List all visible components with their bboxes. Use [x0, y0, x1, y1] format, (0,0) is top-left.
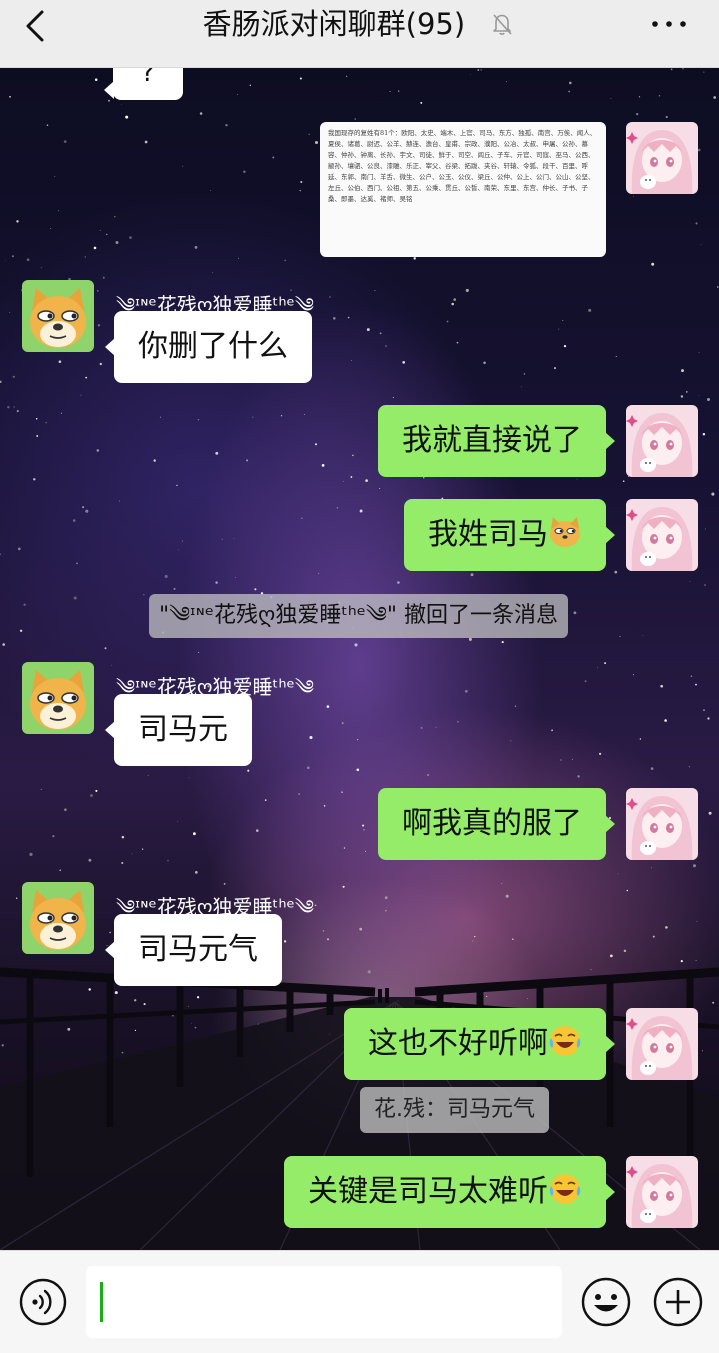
my-avatar[interactable]	[626, 1156, 698, 1228]
my-avatar[interactable]	[626, 405, 698, 477]
smiley-icon[interactable]	[580, 1276, 632, 1328]
plus-icon[interactable]	[652, 1276, 704, 1328]
bell-off-icon	[493, 14, 512, 35]
image-message[interactable]: 我国现存的复姓有81个：欧阳、太史、端木、上官、司马、东方、独孤、南宫、万俟、闻…	[320, 122, 606, 257]
chat-header: 香肠派对闲聊群(95)	[0, 0, 719, 68]
message-bubble-outgoing[interactable]: 我就直接说了	[378, 405, 615, 477]
message-bubble-outgoing[interactable]: 啊我真的服了	[378, 788, 615, 860]
chat-title-bar: 香肠派对闲聊群(95)	[0, 6, 719, 42]
message-bubble-incoming[interactable]: 你删了什么	[105, 311, 312, 383]
laugh-cry-emoji-icon	[549, 1026, 581, 1056]
message-bubble-outgoing[interactable]: 我姓司马	[404, 499, 615, 571]
sender-avatar[interactable]	[22, 280, 94, 352]
chat-title[interactable]: 香肠派对闲聊群(95)	[203, 7, 466, 41]
laugh-cry-emoji-icon	[549, 1174, 581, 1204]
text-caret	[100, 1282, 103, 1322]
doge-emoji-icon	[550, 517, 580, 547]
my-avatar[interactable]	[626, 788, 698, 860]
voice-icon[interactable]	[18, 1277, 68, 1327]
my-avatar[interactable]	[626, 499, 698, 571]
image-message-text: 我国现存的复姓有81个：欧阳、太史、端木、上官、司马、东方、独孤、南宫、万俟、闻…	[328, 129, 597, 203]
message-bubble-outgoing[interactable]: 关键是司马太难听	[284, 1156, 615, 1228]
my-avatar[interactable]	[626, 122, 698, 194]
sender-avatar[interactable]	[22, 662, 94, 734]
message-bubble-incoming[interactable]: 司马元	[105, 694, 252, 766]
input-bar	[0, 1250, 719, 1353]
message-input[interactable]	[86, 1266, 562, 1338]
quoted-reply[interactable]: 花.残：司马元气	[360, 1087, 549, 1133]
sender-avatar[interactable]	[22, 882, 94, 954]
my-avatar[interactable]	[626, 1008, 698, 1080]
more-dots-icon[interactable]	[649, 12, 689, 36]
message-bubble-incoming[interactable]: 司马元气	[105, 914, 282, 986]
recall-notice: "༄ᶦᶰᵉ花残ღ独爱睡ᵗʰᵉ༄" 撤回了一条消息	[149, 594, 569, 638]
message-bubble-outgoing[interactable]: 这也不好听啊	[344, 1008, 615, 1080]
